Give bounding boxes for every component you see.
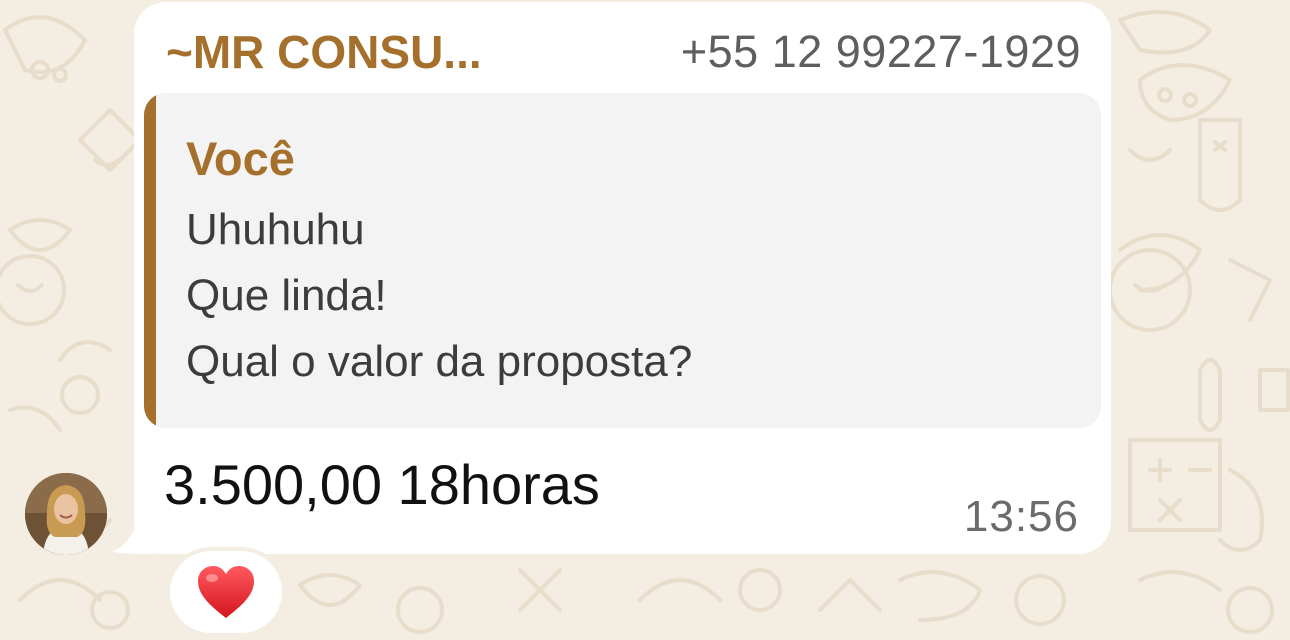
sender-phone[interactable]: +55 12 99227-1929 [681,26,1081,78]
heart-icon [198,566,254,618]
message-text: 3.500,00 18horas [164,453,600,516]
quote-accent-bar [144,93,156,428]
sender-name[interactable]: ~MR CONSU... [166,25,482,79]
message-timestamp: 13:56 [963,492,1079,541]
quoted-line: Que linda! [186,271,387,320]
quoted-message[interactable]: Você Uhuhuhu Que linda! Qual o valor da … [144,93,1101,428]
reaction-badge[interactable] [166,547,286,637]
quoted-line: Uhuhuhu [186,205,365,254]
quoted-author: Você [186,132,295,185]
sender-row: ~MR CONSU... +55 12 99227-1929 [166,24,1081,80]
sender-avatar[interactable] [25,473,107,555]
message-bubble[interactable]: ~MR CONSU... +55 12 99227-1929 Você Uhuh… [134,2,1111,554]
quoted-line: Qual o valor da proposta? [186,337,693,386]
avatar-photo [25,473,107,555]
